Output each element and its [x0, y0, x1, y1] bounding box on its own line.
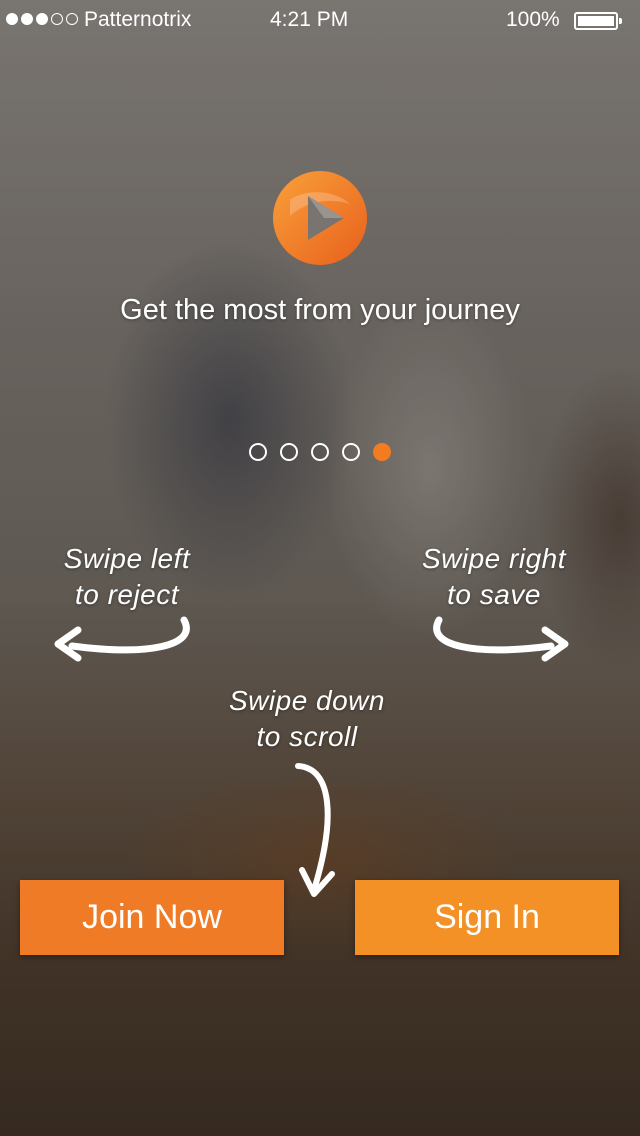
join-now-button[interactable]: Join Now [20, 880, 284, 955]
page-dot-active[interactable] [373, 443, 391, 461]
swipe-left-hint: Swipe left to reject [63, 543, 191, 610]
page-dot[interactable] [342, 443, 360, 461]
status-bar: Patternotrix 4:21 PM 100% [0, 0, 640, 40]
page-dot[interactable] [280, 443, 298, 461]
page-dot[interactable] [249, 443, 267, 461]
onboarding-headline: Get the most from your journey [120, 294, 520, 326]
carrier-name: Patternotrix [84, 8, 192, 31]
onboarding-screen[interactable]: Patternotrix 4:21 PM 100% Get the most f… [0, 0, 640, 1136]
sign-in-button[interactable]: Sign In [355, 880, 619, 955]
status-time: 4:21 PM [270, 8, 349, 31]
curved-arrow-left-icon [54, 616, 190, 662]
battery-icon [574, 12, 622, 30]
swipe-right-hint: Swipe right to save [421, 543, 566, 610]
curved-arrow-down-icon [295, 763, 335, 897]
curved-arrow-right-icon [433, 616, 569, 662]
page-dot[interactable] [311, 443, 329, 461]
signal-strength-icon [6, 13, 78, 25]
play-logo-icon [273, 171, 367, 265]
page-indicator [249, 443, 391, 461]
swipe-down-hint: Swipe down to scroll [229, 685, 385, 752]
battery-percent: 100% [506, 8, 560, 31]
